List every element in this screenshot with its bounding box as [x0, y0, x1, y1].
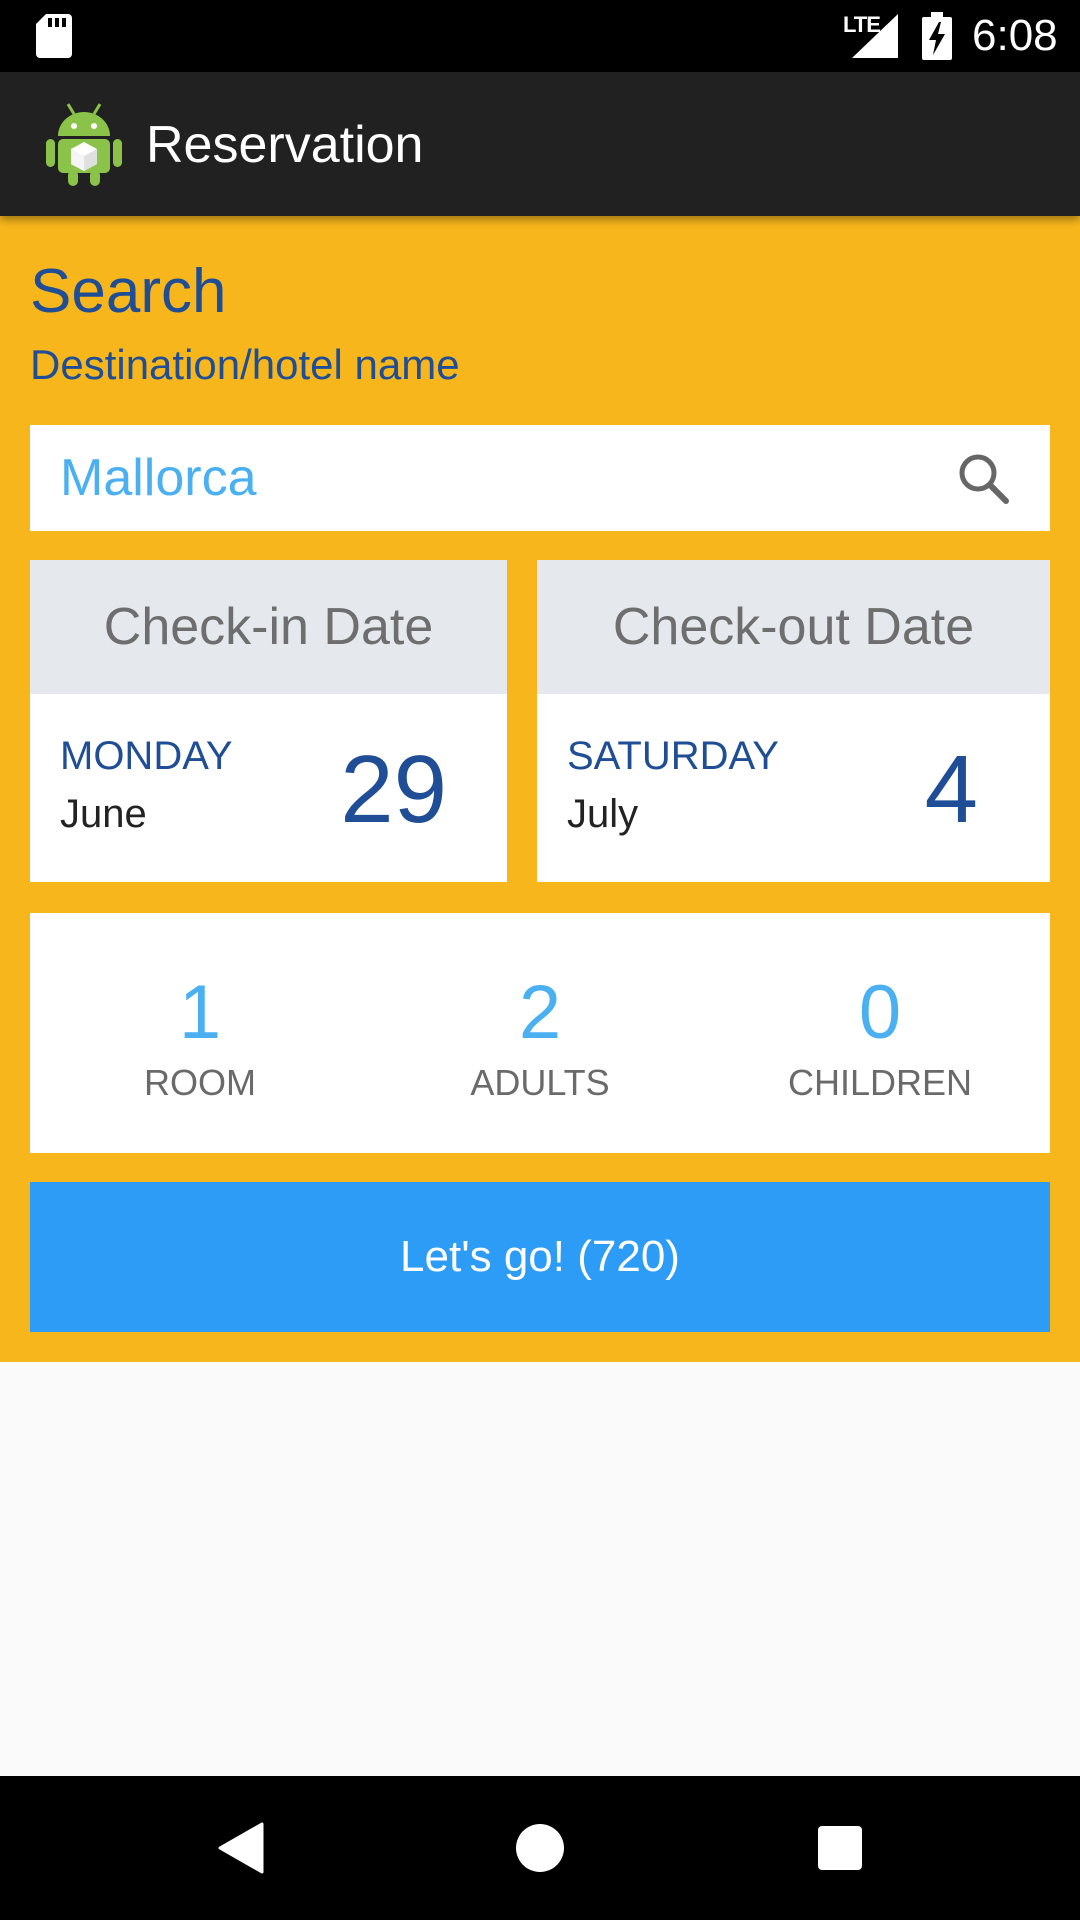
app-title: Reservation — [146, 116, 424, 174]
room-count: 1 — [178, 970, 222, 1055]
checkin-weekday: MONDAY — [60, 734, 233, 778]
android-app-icon — [46, 103, 122, 186]
checkout-date-card[interactable]: Check-out Date SATURDAY July 4 — [537, 560, 1050, 882]
home-icon — [516, 1824, 564, 1872]
checkin-day: 29 — [340, 736, 447, 843]
destination-search-box[interactable] — [30, 425, 1050, 531]
search-icon[interactable] — [954, 449, 1014, 509]
guests-card: 1 ROOM 2 ADULTS 0 CHILDREN — [30, 913, 1050, 1153]
children-label: CHILDREN — [787, 1062, 973, 1103]
adults-count: 2 — [518, 970, 562, 1055]
search-heading: Search — [30, 257, 227, 326]
search-subheading: Destination/hotel name — [30, 341, 460, 388]
sd-card-icon — [36, 14, 72, 58]
recents-icon — [818, 1826, 862, 1870]
navigation-bar — [0, 1776, 1080, 1920]
checkin-month: June — [60, 792, 147, 836]
room-label: ROOM — [144, 1062, 256, 1103]
checkout-day: 4 — [924, 736, 978, 843]
back-button[interactable] — [180, 1776, 300, 1920]
app-bar: Reservation — [0, 72, 1080, 216]
checkout-month: July — [567, 792, 639, 836]
children-selector[interactable]: 0 CHILDREN — [710, 913, 1050, 1153]
checkout-weekday: SATURDAY — [567, 734, 779, 778]
battery-charging-icon — [922, 12, 952, 60]
adults-label: ADULTS — [470, 1062, 610, 1103]
recents-button[interactable] — [780, 1776, 900, 1920]
clock: 6:08 — [972, 11, 1058, 60]
adults-selector[interactable]: 2 ADULTS — [370, 913, 710, 1153]
destination-input[interactable] — [60, 425, 940, 531]
room-selector[interactable]: 1 ROOM — [30, 913, 370, 1153]
back-icon — [218, 1822, 264, 1874]
signal-icon — [852, 14, 898, 58]
children-count: 0 — [858, 970, 902, 1055]
lets-go-button[interactable]: Let's go! (720) — [30, 1182, 1050, 1332]
checkin-date-card[interactable]: Check-in Date MONDAY June 29 — [30, 560, 507, 882]
home-button[interactable] — [480, 1776, 600, 1920]
status-bar: LTE 6:08 — [0, 0, 1080, 72]
checkout-date-header: Check-out Date — [537, 560, 1050, 694]
checkin-date-header: Check-in Date — [30, 560, 507, 694]
search-panel: Search Destination/hotel name Check-in D… — [0, 216, 1080, 1362]
